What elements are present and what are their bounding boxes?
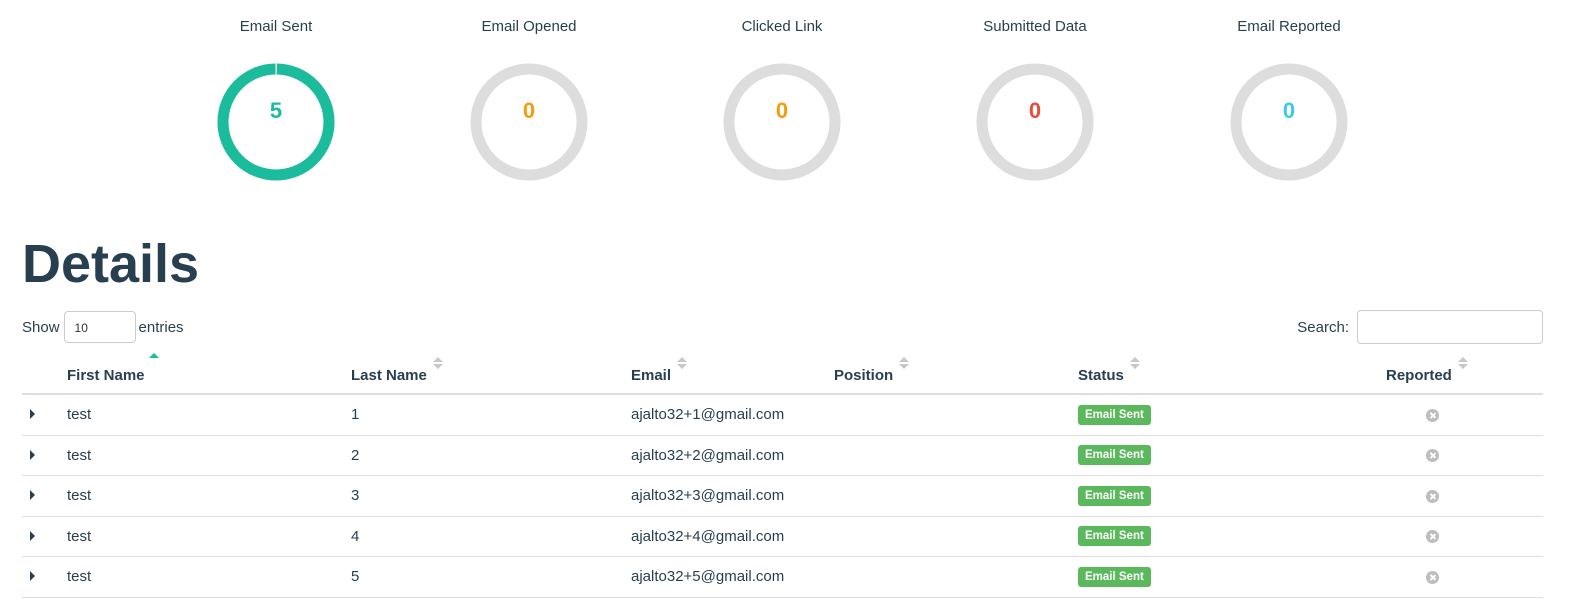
expand-row-icon[interactable] — [30, 530, 35, 541]
sort-icon — [899, 357, 910, 371]
cell-position — [834, 475, 1078, 517]
column-header-status[interactable]: Status — [1078, 356, 1321, 395]
cell-position — [834, 516, 1078, 557]
stat-value: 0 — [1028, 98, 1042, 123]
times-circle-icon — [1425, 408, 1439, 422]
donut-chart: 0 — [720, 60, 844, 184]
expand-row-icon[interactable] — [30, 490, 35, 501]
cell-position — [834, 435, 1078, 476]
cell-email: ajalto32+2@gmail.com — [631, 435, 834, 476]
show-label: Show — [22, 318, 60, 336]
status-badge: Email Sent — [1078, 485, 1151, 506]
search-input[interactable] — [1357, 310, 1543, 344]
donut-chart: 5 — [214, 60, 338, 184]
donut-chart: 0 — [467, 60, 591, 184]
column-header-last-name[interactable]: Last Name — [351, 356, 631, 395]
cell-first-name: test — [67, 516, 351, 557]
cell-email: ajalto32+3@gmail.com — [631, 475, 834, 517]
results-table: First Name Last Name Email Position Stat… — [22, 353, 1543, 598]
times-circle-icon — [1425, 530, 1439, 544]
page-title: Details — [22, 234, 200, 294]
stat-title: Submitted Data — [983, 18, 1087, 35]
entries-select[interactable]: 10 — [63, 311, 136, 343]
stat-title: Email Sent — [239, 18, 313, 35]
cell-first-name: test — [67, 556, 351, 598]
search-label: Search: — [1297, 318, 1349, 336]
cell-email: ajalto32+4@gmail.com — [631, 516, 834, 557]
stat-title: Email Reported — [1237, 18, 1341, 35]
entries-length-control: Show 10 entries — [22, 310, 184, 344]
table-header-row: First Name Last Name Email Position Stat… — [22, 353, 1543, 395]
column-header-email[interactable]: Email — [631, 356, 834, 395]
cell-first-name: test — [67, 394, 351, 436]
expand-row-icon[interactable] — [30, 409, 35, 420]
stat-clicked-link: Clicked Link 0 — [692, 16, 872, 184]
cell-last-name: 3 — [351, 475, 631, 517]
stat-value: 0 — [775, 98, 789, 123]
sort-icon — [1457, 357, 1468, 371]
table-row: test 5 ajalto32+5@gmail.com Email Sent — [22, 556, 1543, 598]
column-label: Status — [1078, 367, 1124, 384]
status-badge: Email Sent — [1078, 526, 1151, 547]
stat-email-sent: Email Sent 5 — [186, 16, 366, 184]
stat-submitted-data: Submitted Data 0 — [945, 16, 1125, 184]
cell-first-name: test — [67, 475, 351, 517]
column-label: Last Name — [351, 367, 427, 384]
status-badge: Email Sent — [1078, 445, 1151, 466]
stats-row: Email Sent 5 Email Opened 0 Clicked Link — [0, 0, 1585, 200]
column-header-reported[interactable]: Reported — [1321, 356, 1543, 395]
times-circle-icon — [1425, 449, 1439, 463]
expand-row-icon[interactable] — [30, 571, 35, 582]
times-circle-icon — [1425, 489, 1439, 503]
table-row: test 4 ajalto32+4@gmail.com Email Sent — [22, 516, 1543, 557]
stat-title: Email Opened — [481, 18, 577, 35]
sort-ascending-icon — [148, 353, 159, 367]
cell-email: ajalto32+5@gmail.com — [631, 556, 834, 598]
stat-email-reported: Email Reported 0 — [1199, 16, 1379, 184]
cell-last-name: 2 — [351, 435, 631, 476]
expand-column-header — [22, 356, 67, 395]
donut-chart: 0 — [973, 60, 1097, 184]
cell-last-name: 1 — [351, 394, 631, 436]
cell-last-name: 4 — [351, 516, 631, 557]
column-label: Reported — [1386, 367, 1452, 384]
times-circle-icon — [1425, 570, 1439, 584]
cell-last-name: 5 — [351, 556, 631, 598]
stat-email-opened: Email Opened 0 — [439, 16, 619, 184]
stat-value: 5 — [269, 98, 283, 123]
sort-icon — [1129, 357, 1140, 371]
column-header-position[interactable]: Position — [834, 356, 1078, 395]
search-control: Search: — [1297, 310, 1543, 344]
sort-icon — [432, 357, 443, 371]
expand-row-icon[interactable] — [30, 449, 35, 460]
entries-label: entries — [138, 318, 184, 336]
stat-value: 0 — [522, 98, 536, 123]
column-label: First Name — [67, 367, 145, 384]
stat-value: 0 — [1282, 98, 1296, 123]
table-row: test 3 ajalto32+3@gmail.com Email Sent — [22, 475, 1543, 517]
cell-email: ajalto32+1@gmail.com — [631, 394, 834, 436]
stat-title: Clicked Link — [741, 18, 823, 35]
status-badge: Email Sent — [1078, 566, 1151, 587]
column-label: Email — [631, 367, 672, 384]
cell-first-name: test — [67, 435, 351, 476]
column-label: Position — [834, 367, 894, 384]
cell-position — [834, 556, 1078, 598]
table-row: test 2 ajalto32+2@gmail.com Email Sent — [22, 435, 1543, 476]
donut-chart: 0 — [1227, 60, 1351, 184]
cell-position — [834, 394, 1078, 436]
table-row: test 1 ajalto32+1@gmail.com Email Sent — [22, 394, 1543, 436]
column-header-first-name[interactable]: First Name — [67, 353, 351, 395]
sort-icon — [677, 357, 688, 371]
status-badge: Email Sent — [1078, 404, 1151, 425]
